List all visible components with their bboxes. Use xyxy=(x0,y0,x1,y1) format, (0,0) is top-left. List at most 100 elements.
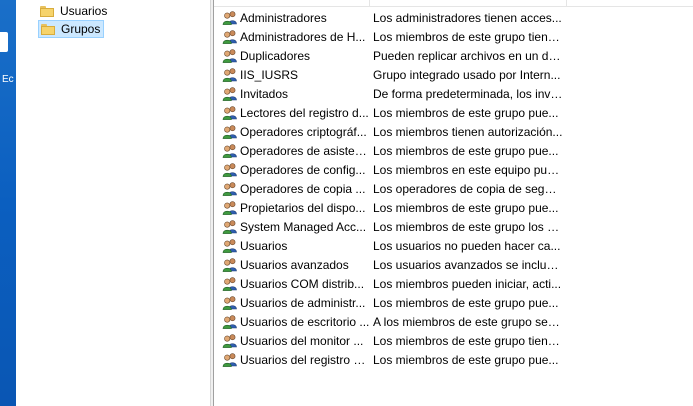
table-row[interactable]: Operadores criptográf... Los miembros tie… xyxy=(214,122,693,141)
group-users-icon xyxy=(222,163,238,177)
group-description: A los miembros de este grupo se l... xyxy=(373,314,563,329)
group-name-cell: Usuarios avanzados xyxy=(222,258,370,272)
group-users-icon xyxy=(222,87,238,101)
folder-icon xyxy=(41,23,55,35)
groups-list: Administradores Los administradores tiene… xyxy=(214,0,693,406)
group-description: Los miembros de este grupo tiene... xyxy=(373,333,563,348)
group-name: Propietarios del dispo... xyxy=(240,200,366,215)
tree-item-label: Grupos xyxy=(61,22,101,36)
group-description: De forma predeterminada, los invi... xyxy=(373,86,563,101)
group-description: Los miembros tienen autorización... xyxy=(373,124,563,139)
table-row[interactable]: IIS_IUSRS Grupo integrado usado por Inter… xyxy=(214,65,693,84)
group-users-icon xyxy=(222,315,238,329)
group-name: Usuarios del registro d... xyxy=(240,352,370,367)
group-name-cell: Operadores de asisten... xyxy=(222,144,370,158)
group-name: Usuarios de escritorio ... xyxy=(240,314,370,329)
table-row[interactable]: Operadores de config... Los miembros en e… xyxy=(214,160,693,179)
table-row[interactable]: Usuarios del monitor ... Los miembros de … xyxy=(214,331,693,350)
desktop-edge: Ec xyxy=(0,0,16,406)
table-row[interactable]: Propietarios del dispo... Los miembros de… xyxy=(214,198,693,217)
list-header xyxy=(214,0,693,7)
group-name: Administradores de H... xyxy=(240,29,366,44)
group-users-icon xyxy=(222,125,238,139)
table-row[interactable]: System Managed Acc... Los miembros de est… xyxy=(214,217,693,236)
group-description: Pueden replicar archivos en un do... xyxy=(373,48,563,63)
group-name: Lectores del registro d... xyxy=(240,105,369,120)
group-name-cell: Usuarios xyxy=(222,239,370,253)
group-name: Usuarios de administr... xyxy=(240,295,366,310)
group-description: Los miembros de este grupo tiene... xyxy=(373,29,563,44)
group-name: Usuarios COM distrib... xyxy=(240,276,365,291)
tree-pane: Usuarios Grupos xyxy=(16,0,210,406)
group-name: Operadores de copia ... xyxy=(240,181,366,196)
column-divider[interactable] xyxy=(369,0,370,6)
table-row[interactable]: Usuarios del registro d... Los miembros d… xyxy=(214,350,693,369)
group-name: Operadores de asisten... xyxy=(240,143,370,158)
group-users-icon xyxy=(222,30,238,44)
table-row[interactable]: Usuarios de escritorio ... A los miembros… xyxy=(214,312,693,331)
tree-item-grupos[interactable]: Grupos xyxy=(38,20,105,38)
table-row[interactable]: Usuarios de administr... Los miembros de … xyxy=(214,293,693,312)
group-name: Duplicadores xyxy=(240,48,311,63)
group-description: Los miembros en este equipo pue... xyxy=(373,162,563,177)
group-name-cell: Operadores de copia ... xyxy=(222,182,370,196)
group-name-cell: Usuarios del registro d... xyxy=(222,353,370,367)
group-description: Los miembros de este grupo pue... xyxy=(373,143,559,158)
group-name: Usuarios del monitor ... xyxy=(240,333,364,348)
group-users-icon xyxy=(222,239,238,253)
group-description: Los miembros de este grupo pue... xyxy=(373,295,559,310)
group-name-cell: Invitados xyxy=(222,87,370,101)
group-name-cell: Operadores criptográf... xyxy=(222,125,370,139)
tree-item-label: Usuarios xyxy=(60,4,108,18)
group-name-cell: Usuarios de escritorio ... xyxy=(222,315,370,329)
table-row[interactable]: Usuarios COM distrib... Los miembros pued… xyxy=(214,274,693,293)
group-description: Los operadores de copia de seguri... xyxy=(373,181,563,196)
group-users-icon xyxy=(222,68,238,82)
group-name-cell: IIS_IUSRS xyxy=(222,68,370,82)
group-name-cell: Propietarios del dispo... xyxy=(222,201,370,215)
group-description: Los miembros de este grupo pue... xyxy=(373,200,559,215)
group-name-cell: System Managed Acc... xyxy=(222,220,370,234)
group-name-cell: Administradores xyxy=(222,11,370,25)
column-divider[interactable] xyxy=(566,0,567,6)
table-row[interactable]: Administradores Los administradores tiene… xyxy=(214,8,693,27)
group-description: Los miembros pueden iniciar, acti... xyxy=(373,276,562,291)
folder-icon xyxy=(40,5,54,17)
group-description: Los miembros de este grupo pue... xyxy=(373,105,559,120)
table-row[interactable]: Usuarios avanzados Los usuarios avanzados… xyxy=(214,255,693,274)
table-row[interactable]: Lectores del registro d... Los miembros d… xyxy=(214,103,693,122)
group-users-icon xyxy=(222,277,238,291)
group-users-icon xyxy=(222,334,238,348)
group-users-icon xyxy=(222,296,238,310)
group-name-cell: Usuarios de administr... xyxy=(222,296,370,310)
desktop-icon-label: Ec xyxy=(2,74,14,85)
group-description: Los usuarios no pueden hacer ca... xyxy=(373,238,561,253)
group-users-icon xyxy=(222,11,238,25)
group-name: System Managed Acc... xyxy=(240,219,367,234)
table-row[interactable]: Operadores de copia ... Los operadores de… xyxy=(214,179,693,198)
desktop-app-icon[interactable] xyxy=(0,32,8,52)
table-row[interactable]: Usuarios Los usuarios no pueden hacer ca.… xyxy=(214,236,693,255)
group-users-icon xyxy=(222,258,238,272)
group-name-cell: Lectores del registro d... xyxy=(222,106,370,120)
group-users-icon xyxy=(222,144,238,158)
group-users-icon xyxy=(222,353,238,367)
group-name: Operadores criptográf... xyxy=(240,124,367,139)
group-name: Invitados xyxy=(240,86,289,101)
group-users-icon xyxy=(222,106,238,120)
group-users-icon xyxy=(222,201,238,215)
tree-item-usuarios[interactable]: Usuarios xyxy=(38,2,110,20)
group-name: Operadores de config... xyxy=(240,162,366,177)
group-name-cell: Usuarios del monitor ... xyxy=(222,334,370,348)
table-row[interactable]: Administradores de H... Los miembros de e… xyxy=(214,27,693,46)
group-users-icon xyxy=(222,49,238,63)
group-users-icon xyxy=(222,220,238,234)
table-row[interactable]: Duplicadores Pueden replicar archivos en … xyxy=(214,46,693,65)
table-row[interactable]: Invitados De forma predeterminada, los in… xyxy=(214,84,693,103)
group-name-cell: Administradores de H... xyxy=(222,30,370,44)
group-description: Grupo integrado usado por Intern... xyxy=(373,67,561,82)
group-users-icon xyxy=(222,182,238,196)
table-row[interactable]: Operadores de asisten... Los miembros de … xyxy=(214,141,693,160)
group-description: Los miembros de este grupo pue... xyxy=(373,352,559,367)
group-description: Los administradores tienen acces... xyxy=(373,10,562,25)
